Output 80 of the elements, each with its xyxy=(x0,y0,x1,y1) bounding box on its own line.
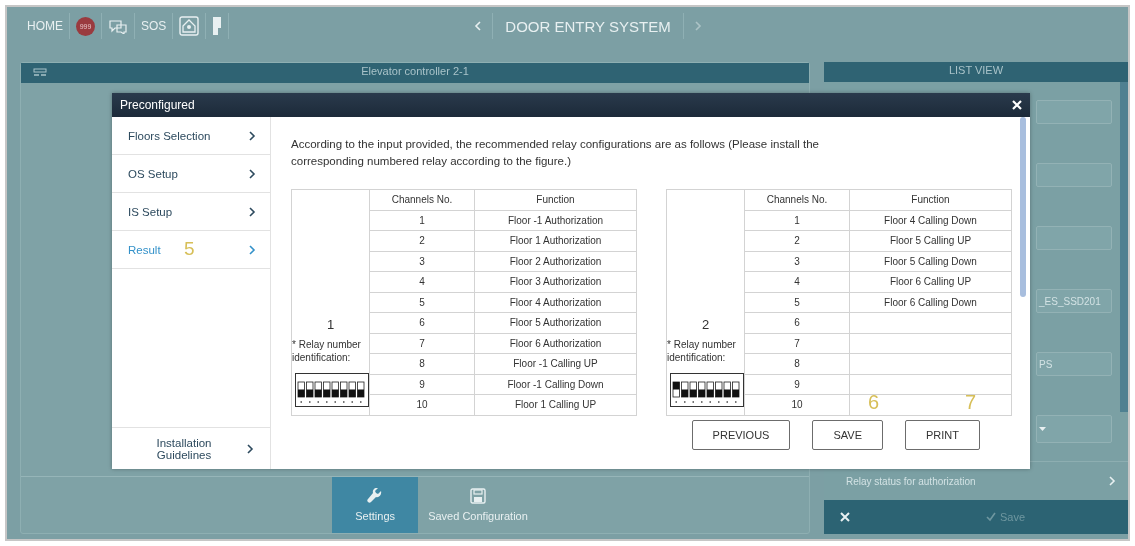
nav-item[interactable]: Installation Guidelines xyxy=(112,427,270,469)
annotation-number: 5 xyxy=(184,239,195,259)
annotation-number: 7 xyxy=(964,392,976,412)
scrollbar[interactable] xyxy=(1120,82,1128,412)
relay-caption: * Relay number identification: xyxy=(292,337,362,364)
relay-number: 1 xyxy=(325,316,336,332)
table-cell: Floor 1 Authorization xyxy=(474,230,637,251)
column-header: Channels No. xyxy=(369,189,475,210)
table-cell: Floor 1 Calling UP xyxy=(474,394,637,415)
table-cell: 6 xyxy=(744,312,850,333)
caret-icon xyxy=(1039,427,1046,431)
input-field[interactable] xyxy=(1036,100,1112,124)
table-cell: Floor 3 Authorization xyxy=(474,271,637,292)
input-field[interactable] xyxy=(1036,163,1112,187)
dialog-title: Preconfigured xyxy=(120,98,195,112)
chevron-icon xyxy=(248,168,256,179)
table-cell: 8 xyxy=(744,353,850,374)
nav-link[interactable]: SOS xyxy=(141,19,167,33)
column-header: Function xyxy=(849,189,1012,210)
chat-icon[interactable] xyxy=(108,18,128,34)
table-cell: Floor -1 Calling UP xyxy=(474,353,637,374)
table-cell: 5 xyxy=(744,292,850,313)
annotation-number: 6 xyxy=(867,392,879,412)
table-cell: 9 xyxy=(744,374,850,395)
table-cell: 7 xyxy=(744,333,850,354)
dropdown-field[interactable] xyxy=(1036,415,1112,443)
setting-label: Relay status for authorization xyxy=(846,475,976,487)
table-cell: 5 xyxy=(369,292,475,313)
relay-caption: * Relay number identification: xyxy=(667,337,737,364)
table-cell: Floor -1 Authorization xyxy=(474,210,637,231)
panel-title: Elevator controller 2-1 xyxy=(361,64,469,77)
table-cell: Floor 4 Calling Down xyxy=(849,210,1012,231)
table-cell: Floor 6 Calling Down xyxy=(849,292,1012,313)
table-cell: Floor -1 Calling Down xyxy=(474,374,637,395)
table-cell: 3 xyxy=(744,251,850,272)
table-cell: 6 xyxy=(369,312,475,333)
nav-link[interactable]: HOME xyxy=(27,19,63,33)
chevron-icon xyxy=(246,443,254,454)
table-cell: 3 xyxy=(369,251,475,272)
instruction-text: According to the input provided, the recommended relay configurations are as follows (Please install the corresponding numbered relay according to the figure.) xyxy=(291,137,820,169)
table-cell: 2 xyxy=(369,230,475,251)
tab[interactable]: Settings xyxy=(332,477,419,533)
input-field[interactable] xyxy=(1036,226,1112,250)
table-cell: Floor 2 Authorization xyxy=(474,251,637,272)
chevron-icon xyxy=(248,130,256,141)
column-header: Channels No. xyxy=(744,189,850,210)
door-icon[interactable] xyxy=(212,16,223,36)
table-cell: Floor 5 Calling UP xyxy=(849,230,1012,251)
table-cell: 9 xyxy=(369,374,475,395)
chevron-icon xyxy=(1108,476,1116,486)
table-cell: 4 xyxy=(744,271,850,292)
table-cell: Floor 5 Authorization xyxy=(474,312,637,333)
table-cell: 7 xyxy=(369,333,475,354)
panel-menu-icon[interactable] xyxy=(33,68,47,78)
scrollbar[interactable] xyxy=(1020,117,1026,297)
wrench-icon xyxy=(367,488,384,504)
column-header: Function xyxy=(474,189,637,210)
page-title: DOOR ENTRY SYSTEM xyxy=(492,13,684,39)
table-cell: 8 xyxy=(369,353,475,374)
close-icon[interactable] xyxy=(840,512,850,522)
table-cell: 1 xyxy=(369,210,475,231)
table-cell: 10 xyxy=(369,394,475,415)
house-icon[interactable] xyxy=(179,16,200,36)
chevron-icon xyxy=(248,206,256,217)
relay-number: 2 xyxy=(700,316,711,332)
table-cell: Floor 6 Calling UP xyxy=(849,271,1012,292)
chevron-icon xyxy=(248,244,256,255)
dialog-button[interactable]: PRINT xyxy=(905,420,980,450)
check-icon xyxy=(986,512,996,522)
table-cell: Floor 5 Calling Down xyxy=(849,251,1012,272)
dialog-button[interactable]: SAVE xyxy=(812,420,883,450)
table-cell: 2 xyxy=(744,230,850,251)
panel-title: LIST VIEW xyxy=(948,63,1004,76)
table-cell: Floor 4 Authorization xyxy=(474,292,637,313)
table-cell: 1 xyxy=(744,210,850,231)
tab[interactable]: Saved Configuration xyxy=(418,477,538,533)
table-cell: Floor 6 Authorization xyxy=(474,333,637,354)
table-cell: 10 xyxy=(744,394,850,415)
dialog-button[interactable]: PREVIOUS xyxy=(691,420,791,450)
table-cell: 4 xyxy=(369,271,475,292)
